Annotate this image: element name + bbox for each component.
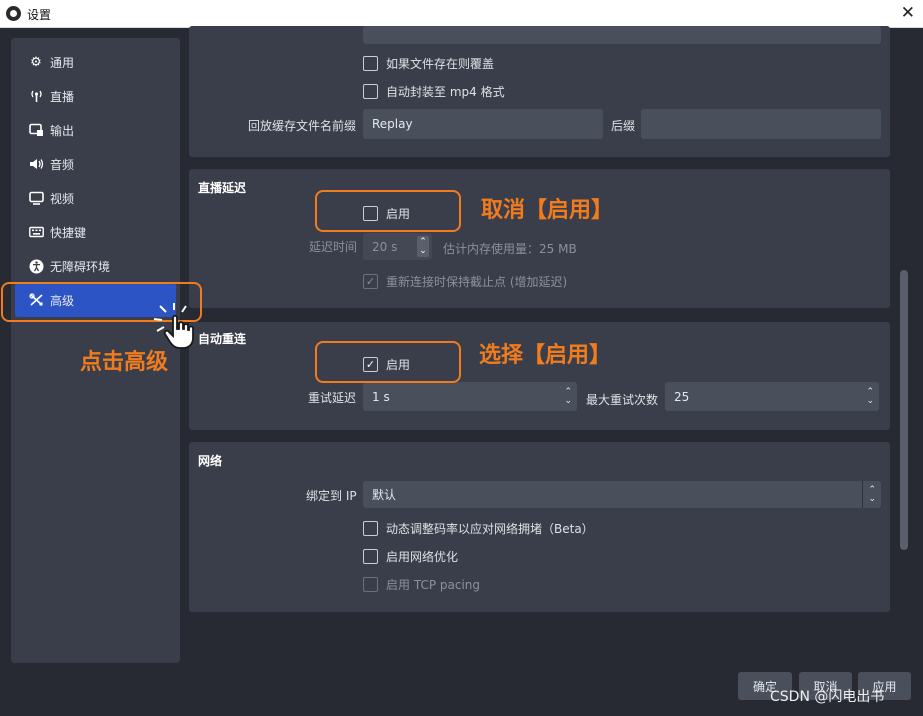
close-icon[interactable]: ✕: [901, 3, 915, 23]
hand-cursor-icon: [152, 302, 202, 353]
gear-icon: ⚙: [30, 54, 42, 70]
overwrite-label: 如果文件存在则覆盖: [386, 57, 495, 71]
vertical-scrollbar[interactable]: [900, 270, 908, 550]
max-retries-label: 最大重试次数: [586, 393, 659, 407]
dynamic-bitrate-checkbox[interactable]: 动态调整码率以应对网络拥堵（Beta）: [363, 520, 594, 537]
title-bar: 设置 ✕: [0, 0, 923, 28]
replay-prefix-input[interactable]: Replay: [363, 109, 603, 139]
tcp-pacing-label: 启用 TCP pacing: [386, 578, 480, 592]
recording-format-field[interactable]: [363, 26, 881, 44]
sidebar-item-video[interactable]: 视频: [15, 181, 176, 215]
network-group: 网络 绑定到 IP 默认 ⌃ ⌄ 动态调整码率以应对网络拥堵（Beta） 启用网络…: [189, 442, 890, 612]
retry-delay-label: 重试延迟: [308, 391, 357, 405]
delay-duration-value: 20 s: [372, 239, 398, 254]
watermark: CSDN @闪电出书: [770, 689, 885, 705]
checkbox-box: [363, 577, 378, 592]
sidebar-item-label: 无障碍环境: [50, 259, 111, 274]
sidebar-item-label: 输出: [50, 123, 75, 138]
suffix-label: 后缀: [611, 119, 636, 133]
bind-ip-value: 默认: [372, 488, 397, 502]
suffix-input[interactable]: [641, 109, 881, 139]
sidebar-item-output[interactable]: 输出: [15, 113, 176, 147]
sidebar-item-accessibility[interactable]: 无障碍环境: [15, 249, 176, 283]
sidebar-item-hotkeys[interactable]: 快捷键: [15, 215, 176, 249]
sidebar-item-label: 通用: [50, 55, 75, 70]
monitor-icon: [28, 190, 44, 206]
speaker-icon: [28, 156, 44, 172]
cancel-enable-highlight-box: [315, 190, 461, 232]
checkbox-box: [363, 521, 378, 536]
overwrite-checkbox[interactable]: 如果文件存在则覆盖: [363, 55, 494, 72]
memory-usage-label: 估计内存使用量：25 MB: [443, 242, 577, 256]
tcp-pacing-checkbox[interactable]: 启用 TCP pacing: [363, 576, 480, 593]
spin-arrows-icon[interactable]: ⌃ ⌄: [564, 382, 572, 411]
dynamic-bitrate-label: 动态调整码率以应对网络拥堵（Beta）: [386, 522, 594, 536]
autoremux-label: 自动封装至 mp4 格式: [386, 85, 505, 99]
preserve-cutoff-checkbox[interactable]: ✓ 重新连接时保持截止点 (增加延迟): [363, 273, 567, 290]
recording-group: 如果文件存在则覆盖 自动封装至 mp4 格式 回放缓存文件名前缀 Replay …: [189, 26, 890, 157]
obs-logo-icon: [6, 6, 21, 21]
delay-duration-spinbox[interactable]: 20 s ⌃ ⌄: [363, 233, 432, 260]
select-enable-highlight-box: [315, 341, 461, 383]
sidebar-item-stream[interactable]: 直播: [15, 79, 176, 113]
max-retries-spinbox[interactable]: 25 ⌃ ⌄: [665, 382, 879, 411]
network-title: 网络: [198, 454, 223, 468]
auto-reconnect-title: 自动重连: [198, 332, 247, 346]
antenna-icon: [28, 88, 44, 104]
sidebar-item-label: 视频: [50, 191, 75, 206]
sidebar-item-general[interactable]: ⚙ 通用: [15, 45, 176, 79]
spin-arrows-icon[interactable]: ⌃ ⌄: [417, 236, 429, 257]
sidebar-item-label: 音频: [50, 157, 75, 172]
sidebar-item-audio[interactable]: 音频: [15, 147, 176, 181]
max-retries-value: 25: [674, 389, 690, 404]
stream-delay-group: 直播延迟 启用 延迟时间 20 s ⌃ ⌄ 估计内存使用量：25 MB ✓ 重新连…: [189, 169, 890, 308]
window-title: 设置: [27, 8, 52, 22]
retry-delay-value: 1 s: [372, 389, 390, 404]
checkbox-box: [363, 84, 378, 99]
checkmark-icon: ✓: [363, 274, 378, 289]
checkbox-box: [363, 549, 378, 564]
accessibility-icon: [28, 258, 44, 274]
sidebar-item-label: 直播: [50, 89, 75, 104]
network-optimization-label: 启用网络优化: [386, 550, 459, 564]
preserve-cutoff-label: 重新连接时保持截止点 (增加延迟): [386, 275, 568, 289]
cancel-enable-annotation: 取消【启用】: [481, 198, 614, 223]
checkbox-box: [363, 56, 378, 71]
bind-ip-label: 绑定到 IP: [306, 489, 357, 503]
output-icon: [28, 122, 44, 138]
network-optimization-checkbox[interactable]: 启用网络优化: [363, 548, 458, 565]
updown-chevron-icon: ⌃ ⌄: [862, 481, 876, 508]
replay-prefix-label: 回放缓存文件名前缀: [248, 119, 357, 133]
spin-arrows-icon[interactable]: ⌃ ⌄: [866, 382, 874, 411]
keyboard-icon: [28, 224, 44, 240]
select-enable-annotation: 选择【启用】: [479, 343, 612, 368]
stream-delay-title: 直播延迟: [198, 181, 247, 195]
sidebar-item-label: 快捷键: [50, 225, 87, 240]
delay-duration-label: 延迟时间: [309, 240, 358, 254]
retry-delay-spinbox[interactable]: 1 s ⌃ ⌄: [363, 382, 577, 411]
bind-ip-select[interactable]: 默认 ⌃ ⌄: [363, 481, 881, 508]
autoremux-checkbox[interactable]: 自动封装至 mp4 格式: [363, 83, 505, 100]
